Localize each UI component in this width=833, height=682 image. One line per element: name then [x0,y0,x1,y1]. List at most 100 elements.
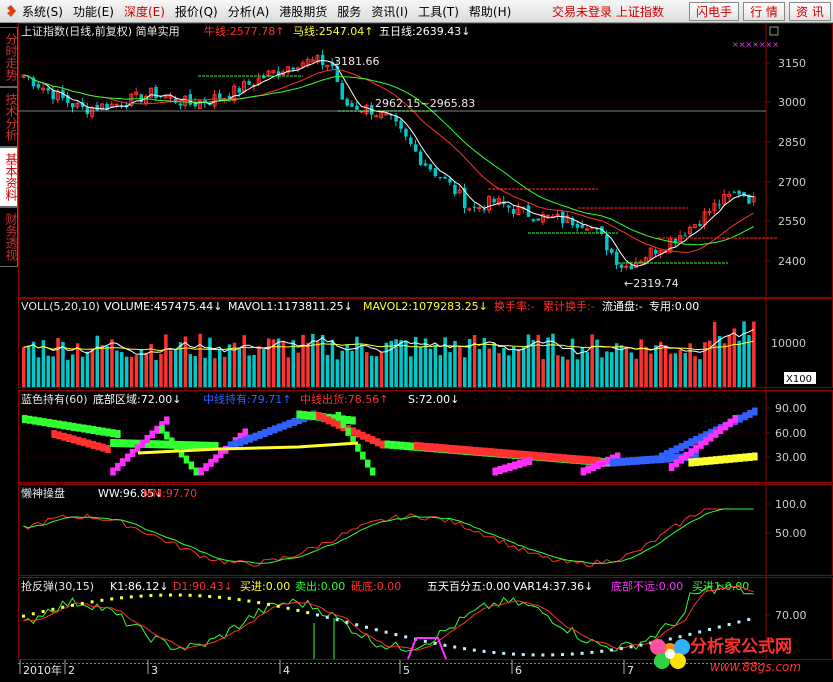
indicator-step [301,411,307,420]
tab-technical[interactable]: 技术分析 [0,87,18,147]
rebound-dot [453,645,457,649]
indicator-step [516,460,523,468]
indicator-step [271,425,278,434]
volume-bar [448,352,452,387]
rebound-dot [580,651,584,655]
indicator-step [291,417,297,426]
indicator-step [747,452,753,461]
volume-bar [585,352,589,387]
candle-body [291,67,295,70]
volume-bar [154,359,158,387]
indicator-step [384,440,391,449]
menu-item[interactable]: 报价(Q) [175,3,218,20]
rebound-dot [404,635,408,639]
main-axis-label: 3150 [778,57,806,70]
indicator-step [115,462,121,471]
volume-bar [575,359,580,387]
indicator-step [497,448,503,457]
rebound-dot [629,645,633,649]
stock-chart[interactable]: 上证指数(日线,前复权) 简单实用 牛线:2577.78↑ 马线:2547.04… [18,23,833,682]
main-axis-label: 3000 [778,96,806,109]
volume-bar [198,333,202,387]
menu-item[interactable]: 功能(E) [73,3,114,20]
indicator-step [335,420,342,429]
candle-body [610,248,614,253]
rebound-dot [31,612,35,616]
indicator-step [350,416,356,425]
volume-bar [399,340,403,387]
blue-axis-label: 30.00 [775,451,807,464]
indicator-step [428,443,435,452]
rebound-dot [296,608,300,612]
rebound-dot [610,648,613,652]
volume-averages [23,328,754,355]
indicator-step [66,422,72,431]
volume-header-item: 流通盘:- [602,299,643,313]
volume-bar [144,352,148,387]
candle-body [619,264,624,268]
volume-bar [222,356,227,387]
rebound-dot [678,635,682,639]
indicator-step [698,433,704,442]
indicator-step [399,441,405,450]
menu-item[interactable]: 系统(S) [22,3,63,20]
volume-bar [374,356,379,387]
indicator-step [580,455,587,464]
indicator-step [688,438,694,447]
candle-body [683,235,687,237]
volume-bar [521,347,526,387]
volume-bar [306,342,310,387]
volume-bar [335,359,340,387]
indicator-step [703,457,709,466]
volume-bar [242,335,246,387]
menu-item[interactable]: 港股期货 [279,3,327,20]
volume-bar [296,352,300,387]
indicator-step [208,458,214,467]
volume-bar [404,341,408,387]
candle-body [707,211,712,214]
menu-item[interactable]: 分析(A) [228,3,270,20]
tab-financials[interactable]: 财务透视 [0,207,18,267]
indicator-step [188,441,195,450]
candle-body [492,198,496,203]
tab-intraday[interactable]: 分时走势 [0,27,18,87]
indicator-step [698,457,704,466]
menu-item[interactable]: 服务 [337,3,361,20]
indicator-step [374,438,381,447]
volume-bar [95,335,99,387]
volume-bar [26,345,31,387]
rebound-dot [149,594,153,598]
indicator-step [257,430,263,439]
panel-restore-icon[interactable] [769,26,779,36]
menu-item[interactable]: 深度(E) [124,3,165,20]
main-ma-bull: 牛线:2577.78↑ [204,24,284,38]
volume-bar [208,337,212,387]
indicator-step [369,467,376,476]
indicator-step [183,455,190,464]
menu-item[interactable]: 工具(T) [418,3,459,20]
menu-item[interactable]: 资讯(I) [371,3,408,20]
indicator-step [717,455,724,464]
rebound-dot [335,618,339,622]
indicator-step [115,430,121,438]
news-button[interactable]: 资 讯 [789,2,831,21]
lazy-axis-label: 50.00 [775,527,807,540]
rebound-dot [492,650,496,654]
indicator-step [673,459,680,468]
indicator-step [414,442,420,450]
menu-item[interactable]: 帮助(H) [469,3,511,20]
rebound-dot [384,630,388,634]
lightning-trade-button[interactable]: 闪电手 [689,2,739,21]
tab-fundamentals[interactable]: 基本资料 [0,147,18,207]
indicator-step [183,441,190,450]
indicator-step [340,419,346,428]
time-axis-label: 4 [283,664,290,677]
indicator-step [134,444,141,453]
candle-body [536,218,540,221]
rebound-dot [169,593,172,597]
indicator-step [139,439,146,448]
indicator-step [51,430,57,438]
indicator-step [75,423,82,432]
indicator-step [502,464,508,473]
quote-button[interactable]: 行 情 [743,2,785,21]
